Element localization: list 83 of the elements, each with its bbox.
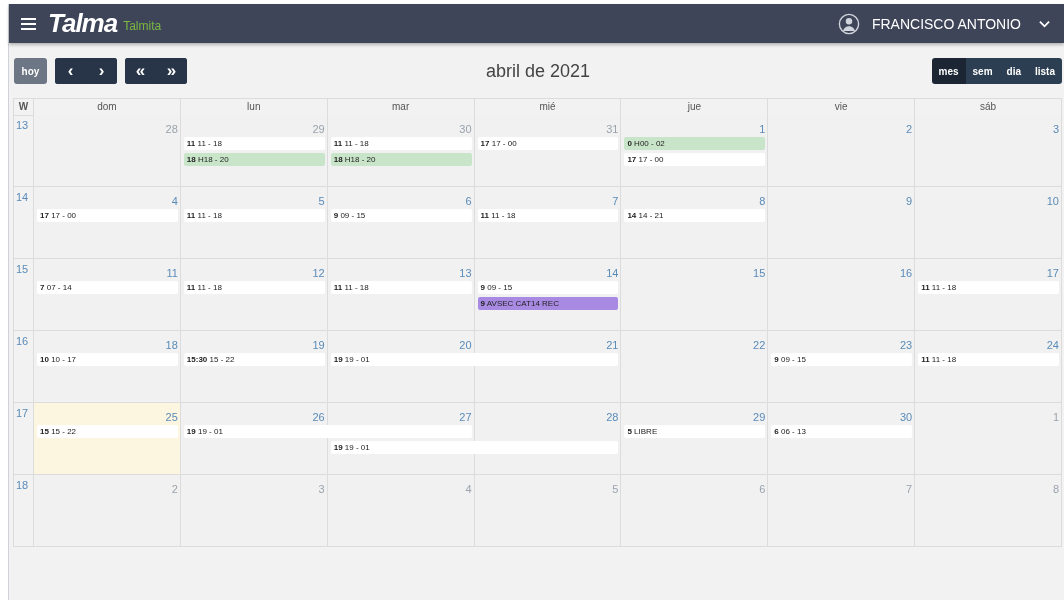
day-number: 2 [906,123,913,135]
day-number: 3 [1052,123,1059,135]
day-number: 1 [759,123,766,135]
day-number: 30 [899,411,913,423]
day-number: 12 [312,267,325,279]
calendar-event[interactable]: 5 LIBRE [624,425,766,438]
user-avatar-icon[interactable] [837,12,860,35]
day-number: 11 [166,267,178,279]
day-number: 29 [312,123,325,135]
calendar-event[interactable]: 11 11 - 18 [183,209,325,222]
calendar-event[interactable]: 9 09 - 15 [477,281,619,294]
day-number: 18 [165,339,178,351]
calendar-event[interactable]: 9 09 - 15 [330,209,472,222]
chevron-down-icon[interactable] [1039,19,1050,28]
user-name[interactable]: FRANCISCO ANTONIO [871,15,1021,32]
calendar-event[interactable]: 19 19 - 01 [183,425,472,438]
day-number: 23 [899,339,913,351]
day-number: 31 [606,123,619,135]
day-number: 28 [165,123,178,135]
day-number: 3 [318,483,325,495]
day-number: 20 [459,339,472,351]
day-number: 5 [318,195,325,207]
column-header: W [13,99,34,116]
calendar-title: abril de 2021 [485,60,591,82]
day-number: 4 [465,483,472,495]
calendar-event[interactable]: 17 17 - 00 [37,209,178,222]
day-number: 1 [1052,411,1059,423]
calendar-event[interactable]: 11 11 - 18 [918,281,1059,294]
day-number: 25 [165,411,178,423]
day-number: 29 [753,411,766,423]
calendar-event[interactable]: 7 07 - 14 [37,281,178,294]
day-number: 16 [899,267,913,279]
day-number: 21 [606,339,619,351]
day-number: 10 [1046,195,1059,207]
day-number: 17 [1046,267,1059,279]
day-number: 8 [1052,483,1059,495]
view-tab[interactable]: sem [965,58,1000,84]
day-number: 2 [171,483,178,495]
brand-logo: Talma [48,8,118,39]
calendar-event[interactable]: 11 11 - 18 [183,281,325,294]
calendar-event[interactable]: 17 17 - 00 [477,137,619,150]
day-number: 26 [312,411,325,423]
day-number: 4 [171,195,178,207]
menu-icon[interactable] [21,15,36,32]
day-number: 30 [459,123,472,135]
day-number: 28 [606,411,619,423]
calendar-event[interactable]: 11 11 - 18 [477,209,619,222]
day-number: 19 [312,339,325,351]
day-number: 15 [753,267,766,279]
today-button[interactable]: hoy [14,58,47,84]
calendar-event[interactable]: 18 H18 - 20 [330,153,472,166]
day-number: 27 [459,411,472,423]
calendar-event[interactable]: 6 06 - 13 [771,425,913,438]
day-number: 7 [906,483,913,495]
calendar-event[interactable]: 11 11 - 18 [330,137,472,150]
day-number: 8 [759,195,766,207]
calendar-event[interactable]: 0 H00 - 02 [624,137,766,150]
day-number: 24 [1046,339,1059,351]
day-number: 6 [465,195,472,207]
calendar-event[interactable]: 11 11 - 18 [183,137,325,150]
day-number: 9 [906,195,913,207]
calendar-event[interactable]: 18 H18 - 20 [183,153,325,166]
calendar-event[interactable]: 19 19 - 01 [330,353,619,366]
day-number: 14 [606,267,619,279]
calendar-event[interactable]: 17 17 - 00 [624,153,766,166]
view-tab[interactable]: lista [1028,58,1062,84]
view-tab[interactable]: dia [999,58,1028,84]
calendar-event[interactable]: 15 15 - 22 [37,425,178,438]
day-number: 6 [759,483,766,495]
calendar-event[interactable]: 14 14 - 21 [624,209,766,222]
calendar-event[interactable]: 11 11 - 18 [918,353,1059,366]
calendar-event[interactable]: 10 10 - 17 [37,353,178,366]
day-number: 7 [612,195,619,207]
calendar-event[interactable]: 11 11 - 18 [330,281,472,294]
calendar-event[interactable]: 19 19 - 01 [330,441,619,454]
calendar-event[interactable]: 9 09 - 15 [771,353,913,366]
day-number: 22 [753,339,766,351]
calendar-event[interactable]: 9 AVSEC CAT14 REC [477,297,619,310]
calendar-event[interactable]: 15:30 15 - 22 [183,353,325,366]
day-number: 13 [459,267,472,279]
day-number: 5 [612,483,619,495]
view-tab[interactable]: mes [931,58,966,84]
app-name: Talmita [123,19,162,33]
